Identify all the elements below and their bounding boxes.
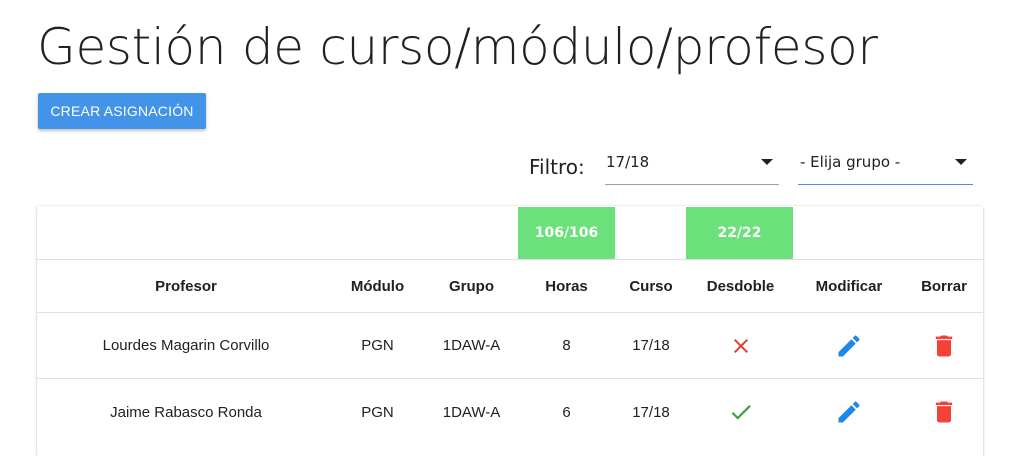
cell-profesor: Lourdes Magarin Corvillo (102, 337, 270, 354)
header-curso[interactable]: Curso (610, 260, 692, 312)
header-modulo[interactable]: Módulo (335, 260, 420, 312)
cell-borrar (909, 379, 979, 445)
hours-total-badge: 106/106 (518, 207, 615, 259)
group-select[interactable]: - Elija grupo - (798, 148, 973, 185)
header-modificar: Modificar (815, 277, 883, 295)
split-total-badge: 22/22 (686, 207, 793, 259)
header-horas[interactable]: Horas (523, 260, 610, 312)
caret-down-icon (955, 159, 967, 165)
header-profesor[interactable]: Profesor (37, 260, 335, 312)
table-header-row: Profesor Módulo Grupo Horas Curso Desdob… (37, 260, 983, 313)
year-select[interactable]: 17/18 (605, 148, 779, 185)
pencil-icon[interactable] (835, 332, 863, 360)
cell-horas: 6 (562, 403, 571, 421)
summary-row: 106/106 22/22 (37, 206, 983, 260)
cell-modulo: PGN (361, 403, 394, 421)
pencil-icon[interactable] (835, 398, 863, 426)
check-icon (728, 399, 754, 425)
cell-curso: 17/18 (632, 403, 670, 421)
cell-grupo: 1DAW-A (442, 337, 501, 354)
caret-down-icon (761, 159, 773, 165)
trash-icon[interactable] (930, 398, 958, 426)
cell-desdoble (692, 379, 789, 445)
cell-modificar (789, 313, 909, 378)
cell-desdoble (692, 313, 789, 378)
close-icon (729, 334, 753, 358)
year-select-value: 17/18 (606, 153, 650, 171)
table-row: Jaime Rabasco Ronda PGN 1DAW-A 6 17/18 (37, 379, 983, 445)
header-grupo[interactable]: Grupo (420, 260, 523, 312)
cell-modulo: PGN (361, 337, 394, 354)
group-select-value: - Elija grupo - (800, 153, 901, 171)
cell-curso: 17/18 (632, 337, 670, 354)
header-borrar: Borrar (921, 277, 967, 295)
cell-grupo: 1DAW-A (442, 403, 501, 421)
page-title: Gestión de curso/módulo/profesor (37, 18, 878, 76)
cell-borrar (909, 313, 979, 378)
trash-icon[interactable] (930, 332, 958, 360)
table-row: Lourdes Magarin Corvillo PGN 1DAW-A 8 17… (37, 313, 983, 379)
assignments-table: 106/106 22/22 Profesor Módulo Grupo Hora… (37, 206, 983, 456)
filter-label: Filtro: (529, 155, 585, 179)
create-assignment-button[interactable]: Crear asignación (38, 93, 206, 129)
cell-profesor: Jaime Rabasco Ronda (110, 403, 262, 421)
cell-horas: 8 (562, 337, 571, 354)
header-desdoble[interactable]: Desdoble (692, 260, 789, 312)
cell-modificar (789, 379, 909, 445)
